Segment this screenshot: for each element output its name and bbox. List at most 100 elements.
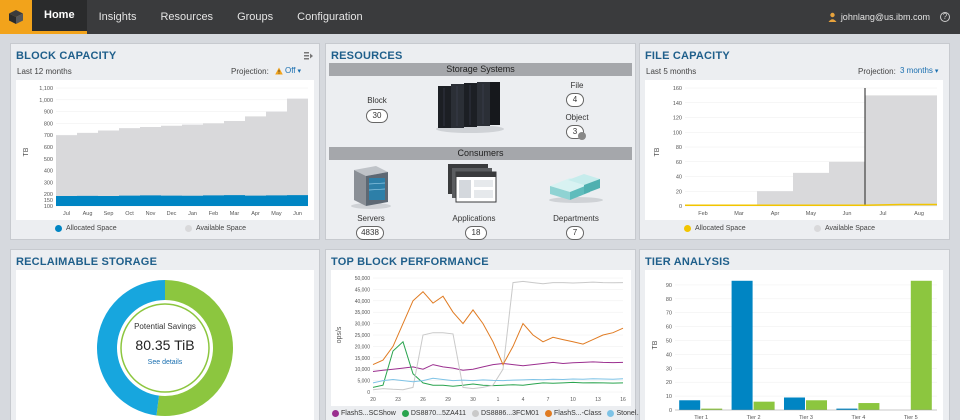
- block-label: Block: [367, 96, 387, 105]
- server-icon[interactable]: [348, 164, 394, 210]
- block-count[interactable]: 30: [366, 109, 388, 123]
- nav-home[interactable]: Home: [32, 0, 87, 34]
- menu-icon[interactable]: [304, 52, 313, 60]
- x-tick-label: Aug: [914, 211, 924, 217]
- file-capacity-range: Last 5 months: [646, 67, 697, 76]
- y-tick-label: 100: [44, 204, 53, 210]
- resources-panel: RESOURCES Storage Systems Block 30 File …: [325, 43, 636, 240]
- y-tick-label: 40: [676, 175, 682, 181]
- y-tick-label: 15,000: [355, 356, 371, 362]
- top-block-chart-area: 0 5,000 10,000 15,000 20,000 25,000 30,000 35,0…: [331, 270, 631, 406]
- block-capacity-panel: BLOCK CAPACITY Last 12 months Projection…: [10, 43, 320, 240]
- y-tick-label: 1,000: [39, 98, 53, 104]
- perf-legend-item[interactable]: FlashS...-Class: [544, 410, 601, 417]
- perf-legend-swatch: [401, 410, 409, 417]
- y-tick-label: 150: [44, 198, 53, 204]
- x-tick-label: Feb: [698, 211, 707, 217]
- x-tick-label: 4: [522, 397, 525, 403]
- consumers-header: Consumers: [329, 147, 632, 160]
- file-projection-label: Projection:: [858, 67, 896, 76]
- x-tick-label: 1: [497, 397, 500, 403]
- top-block-performance-panel: TOP BLOCK PERFORMANCE 0 5,000 10,000 15,000…: [325, 249, 662, 420]
- y-tick-label: 5,000: [357, 379, 370, 385]
- perf-legend-label: DS8886...3FCM01: [481, 410, 539, 417]
- x-tick-label: May: [806, 211, 817, 217]
- x-tick-label: Jan: [188, 211, 197, 217]
- applications-count[interactable]: 18: [465, 226, 487, 240]
- reclaimable-title: RECLAIMABLE STORAGE: [16, 256, 158, 268]
- y-tick-label: 20: [666, 380, 672, 386]
- x-tick-label: 10: [570, 397, 576, 403]
- y-tick-label: 25,000: [355, 333, 371, 339]
- x-tick-label: May: [271, 211, 282, 217]
- x-tick-label: Aug: [83, 211, 93, 217]
- user-icon: [828, 12, 837, 22]
- x-tick-label: Tier 5: [904, 415, 918, 420]
- block-legend-available-label: Available Space: [196, 225, 247, 232]
- reclaimable-chart-area: Potential Savings 80.35 TiB See details: [16, 270, 314, 420]
- file-count[interactable]: 4: [566, 93, 584, 107]
- tier-bar: [731, 280, 753, 410]
- storage-systems-icon[interactable]: [434, 80, 504, 134]
- perf-legend-item[interactable]: DS8886...3FCM01: [472, 410, 539, 417]
- y-tick-label: 80: [676, 145, 682, 151]
- y-tick-label: 0: [367, 390, 370, 396]
- x-tick-label: Tier 1: [694, 415, 708, 420]
- tier-bar: [679, 400, 701, 410]
- file-legend-available-label: Available Space: [825, 225, 876, 232]
- file-capacity-chart: 0 20 40 60 80 100 120 140 160 TB Feb Mar Apr May Jun Ju…: [654, 86, 937, 217]
- nav-groups[interactable]: Groups: [225, 0, 285, 34]
- servers-count[interactable]: 4838: [356, 226, 384, 240]
- see-details-link[interactable]: See details: [115, 359, 215, 366]
- y-tick-label: 100: [673, 130, 682, 136]
- file-allocated-line: [685, 203, 937, 207]
- file-projection-dropdown[interactable]: 3 months ▾: [900, 66, 938, 75]
- x-tick-label: 13: [595, 397, 601, 403]
- block-legend-available: Available Space: [185, 225, 246, 232]
- y-tick-label: 20: [676, 189, 682, 195]
- file-available-area: [685, 95, 937, 206]
- departments-icon[interactable]: [546, 170, 604, 204]
- perf-legend-item[interactable]: FlashS...SCShow: [332, 410, 396, 417]
- y-tick-label: 120: [673, 116, 682, 122]
- tier-bar: [806, 400, 828, 410]
- y-tick-label: 140: [673, 101, 682, 107]
- x-tick-label: Jun: [293, 211, 302, 217]
- y-tick-label: 160: [673, 86, 682, 92]
- y-tick-label: 400: [44, 169, 53, 175]
- block-projection-dropdown[interactable]: Off ▾: [275, 66, 301, 75]
- donut-center-value: 80.35 TiB: [135, 337, 195, 353]
- nav-insights[interactable]: Insights: [87, 0, 149, 34]
- y-tick-label: 10: [666, 394, 672, 400]
- help-icon[interactable]: ?: [940, 12, 950, 22]
- nav-configuration[interactable]: Configuration: [285, 0, 374, 34]
- y-tick-label: 40,000: [355, 299, 371, 305]
- block-legend-allocated: Allocated Space: [55, 225, 117, 232]
- block-legend-allocated-label: Allocated Space: [66, 225, 117, 232]
- applications-icon[interactable]: [446, 162, 498, 208]
- x-tick-label: 7: [547, 397, 550, 403]
- y-axis-label: TB: [23, 147, 30, 156]
- perf-legend-swatch: [472, 410, 479, 417]
- y-tick-label: 300: [44, 180, 53, 186]
- top-navigation: Home Insights Resources Groups Configura…: [0, 0, 960, 34]
- file-capacity-chart-area: 0 20 40 60 80 100 120 140 160 TB Feb Mar Apr May Jun Ju…: [645, 80, 943, 220]
- perf-legend-item[interactable]: DS8870...5ZA411: [401, 410, 466, 417]
- user-menu[interactable]: johnlang@us.ibm.com: [818, 12, 940, 22]
- y-tick-label: 50: [666, 339, 672, 345]
- chevron-down-icon: ▾: [934, 67, 939, 75]
- departments-label: Departments: [553, 214, 599, 223]
- y-tick-label: 30: [666, 366, 672, 372]
- available-swatch: [185, 225, 192, 232]
- departments-count[interactable]: 7: [566, 226, 584, 240]
- app-logo[interactable]: [0, 0, 32, 34]
- x-tick-label: Sep: [104, 211, 114, 217]
- x-tick-label: Apr: [251, 211, 260, 217]
- nav-resources[interactable]: Resources: [148, 0, 225, 34]
- x-tick-label: 30: [470, 397, 476, 403]
- reclaimable-storage-panel: RECLAIMABLE STORAGE Potential Savings 80…: [10, 249, 320, 420]
- tier-bar: [858, 403, 880, 410]
- x-tick-label: Jun: [843, 211, 852, 217]
- perf-legend-swatch: [607, 410, 615, 417]
- block-projection-label: Projection:: [231, 67, 269, 76]
